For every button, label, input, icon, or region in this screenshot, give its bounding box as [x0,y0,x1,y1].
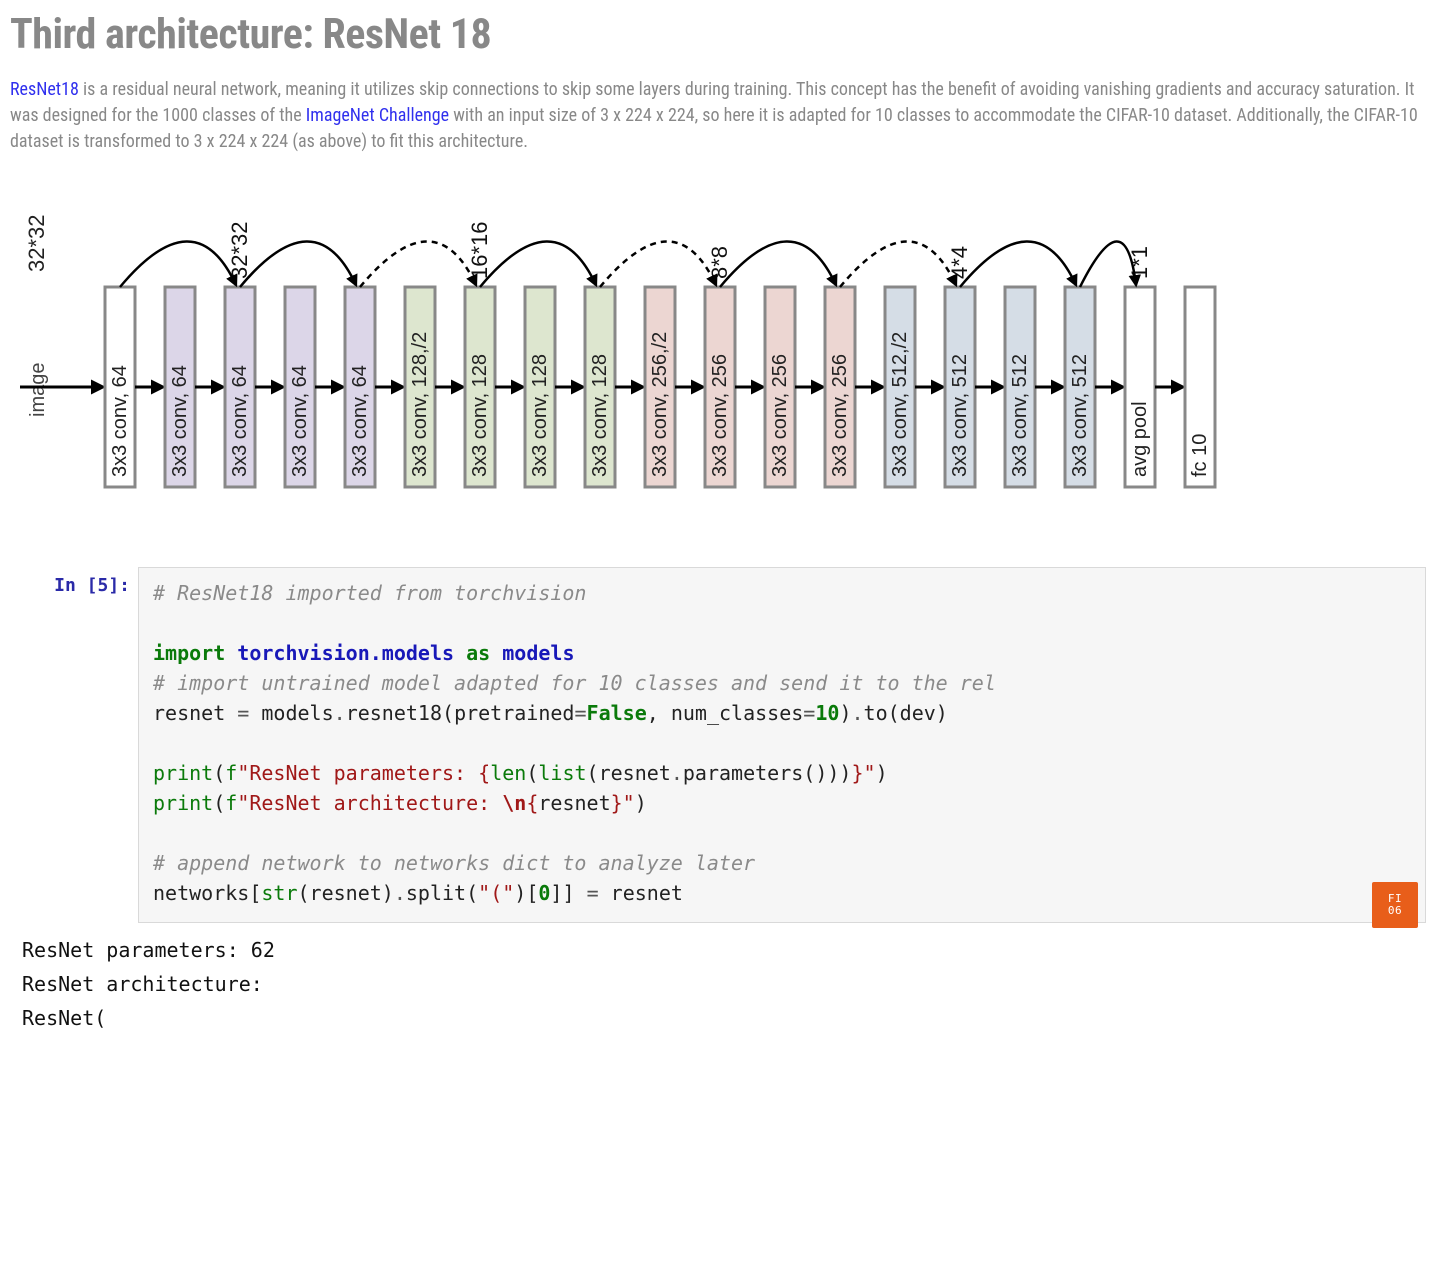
output-line: ResNet( [22,1006,106,1030]
svg-text:3x3 conv, 256: 3x3 conv, 256 [709,354,731,477]
resnet-architecture-diagram: image 32*32 3x3 conv, 64 3x3 conv, 64 3x3 co… [10,167,1426,527]
output-line: ResNet parameters: 62 [22,938,275,962]
svg-text:3x3 conv, 512: 3x3 conv, 512 [1009,354,1031,477]
kw-import: import [153,641,225,665]
svg-text:3x3 conv, 512: 3x3 conv, 512 [949,354,971,477]
section-title: Third architecture: ResNet 18 [10,10,1426,59]
intro-paragraph: ResNet18 is a residual neural network, m… [10,77,1426,155]
svg-text:3x3 conv, 512: 3x3 conv, 512 [1069,354,1091,477]
svg-text:3x3 conv, 256: 3x3 conv, 256 [769,354,791,477]
svg-text:32*32: 32*32 [227,221,252,279]
svg-text:3x3 conv, 256,/2: 3x3 conv, 256,/2 [649,332,671,477]
svg-text:16*16: 16*16 [467,221,492,279]
svg-text:3x3 conv, 64: 3x3 conv, 64 [169,365,191,477]
code-comment: # import untrained model adapted for 10 … [153,671,996,695]
svg-text:3x3 conv, 64: 3x3 conv, 64 [229,365,251,477]
svg-text:avg pool: avg pool [1129,401,1151,477]
module-name: torchvision.models [237,641,454,665]
svg-text:3x3 conv, 128: 3x3 conv, 128 [589,354,611,477]
svg-text:fc 10: fc 10 [1189,434,1211,477]
svg-text:4*4: 4*4 [947,246,972,279]
module-alias: models [502,641,574,665]
svg-text:3x3 conv, 512,/2: 3x3 conv, 512,/2 [889,332,911,477]
code-comment: # ResNet18 imported from torchvision [153,581,586,605]
kw-as: as [466,641,490,665]
svg-text:32*32: 32*32 [24,214,49,272]
svg-text:3x3 conv, 64: 3x3 conv, 64 [349,365,371,477]
resnet18-link[interactable]: ResNet18 [10,79,79,100]
code-cell: In [5]: # ResNet18 imported from torchvi… [10,567,1426,923]
svg-text:3x3 conv, 64: 3x3 conv, 64 [289,365,311,477]
svg-text:3x3 conv, 128,/2: 3x3 conv, 128,/2 [409,332,431,477]
svg-text:3x3 conv, 128: 3x3 conv, 128 [529,354,551,477]
imagenet-link[interactable]: ImageNet Challenge [306,105,449,126]
fi-badge[interactable]: FI 06 [1372,882,1418,928]
svg-text:image: image [27,363,49,417]
code-output-area: ResNet parameters: 62 ResNet architectur… [10,923,1426,1035]
svg-text:8*8: 8*8 [707,246,732,279]
code-comment: # append network to networks dict to ana… [153,851,755,875]
svg-text:3x3 conv, 256: 3x3 conv, 256 [829,354,851,477]
svg-text:3x3 conv, 64: 3x3 conv, 64 [109,365,131,477]
output-line: ResNet architecture: [22,972,263,996]
svg-text:3x3 conv, 128: 3x3 conv, 128 [469,354,491,477]
code-input-area[interactable]: # ResNet18 imported from torchvision imp… [138,567,1426,923]
cell-prompt: In [5]: [10,567,138,596]
